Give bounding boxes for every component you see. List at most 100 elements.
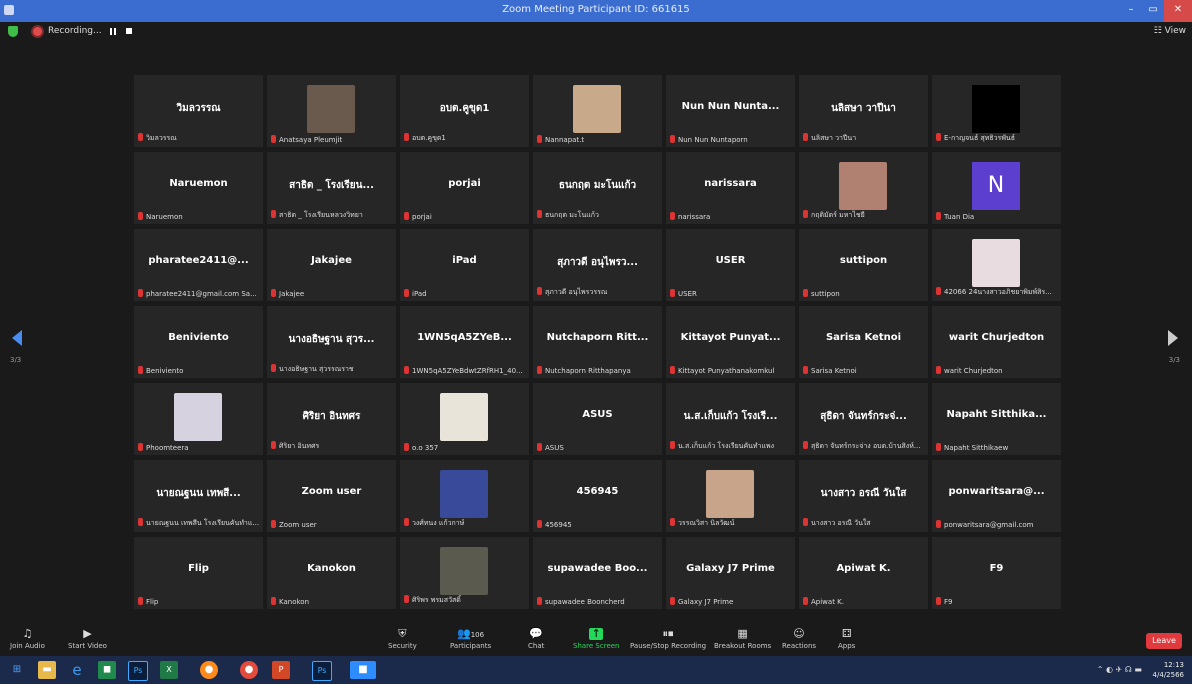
participant-tile[interactable]: N Tuan Dia (932, 152, 1061, 224)
excel-icon[interactable]: X (160, 661, 178, 679)
chat-button[interactable]: 💬 Chat (528, 628, 544, 651)
pause-recording-icon[interactable] (110, 28, 118, 35)
leave-button[interactable]: Leave (1146, 633, 1182, 649)
firefox-icon[interactable]: ● (200, 661, 218, 679)
participant-display-name: Sarisa Ketnoi (825, 332, 902, 343)
participant-label: นางสาว อรณี วันใส (803, 518, 924, 529)
participant-tile[interactable]: iPad iPad (400, 229, 529, 301)
windows-start-icon[interactable]: ⊞ (8, 661, 26, 679)
participant-tile[interactable]: 1WN5qA5ZYeB... 1WN5qA5ZYeBdwtZRfRH1_40... (400, 306, 529, 378)
participant-tile[interactable]: Kittayot Punyat... Kittayot Punyathanakom… (666, 306, 795, 378)
participant-tile[interactable]: สาธิต _ โรงเรียน... สาธิต _ โรงเรียนหลวงว… (267, 152, 396, 224)
participant-label: น.ส.เก็บแก้ว โรงเรียนคันทำแพง (670, 441, 791, 452)
participant-tile[interactable]: ศิริยา อินทศร ศิริยา อินทศร (267, 383, 396, 455)
chrome-icon[interactable]: ● (240, 661, 258, 679)
join-audio-label: Join Audio (10, 642, 45, 650)
next-page-icon[interactable] (1168, 330, 1178, 346)
participant-tile[interactable]: กฤติมัตร์ มหาไชยี (799, 152, 928, 224)
participant-tile[interactable]: Nutchaporn Ritt... Nutchaporn Ritthapanya (533, 306, 662, 378)
participant-label: Zoom user (271, 520, 392, 529)
participant-tile[interactable]: pharatee2411@... pharatee2411@gmail.com S… (134, 229, 263, 301)
participant-label: Jakajee (271, 289, 392, 298)
participant-name: Nutchaporn Ritthapanya (545, 367, 631, 375)
participant-tile[interactable]: ธนกฤต มะโนแก้ว ธนกฤต มะโนแก้ว (533, 152, 662, 224)
participant-tile[interactable]: ponwaritsara@... ponwaritsara@gmail.com (932, 460, 1061, 532)
security-button[interactable]: ⛨ Security (388, 628, 417, 651)
file-explorer-icon[interactable]: ▬ (38, 661, 56, 679)
participant-tile[interactable]: Naruemon Naruemon (134, 152, 263, 224)
participant-tile[interactable]: นางอธิษฐาน สุวร... นางอธิษฐาน สุวรรณราช (267, 306, 396, 378)
participant-tile[interactable]: E-กาญจนธ์ สุทธิวรพันธ์ (932, 75, 1061, 147)
participant-display-name: นางสาว อรณี วันใส (820, 488, 907, 499)
participant-label: ASUS (537, 443, 658, 452)
share-screen-button[interactable]: ↑ Share Screen (573, 628, 620, 651)
start-video-button[interactable]: ▶ Start Video (68, 628, 107, 651)
system-tray-icons[interactable]: ⌃ ◐ ✈ ☊ ▬ (1097, 665, 1142, 674)
reactions-button[interactable]: ☺ Reactions (782, 628, 816, 651)
participant-tile[interactable]: วงศ์ทนง แก้วกาษ์ (400, 460, 529, 532)
participant-tile[interactable]: อบต.คูขุด1 อบต.คูขุด1 (400, 75, 529, 147)
participant-tile[interactable]: USER USER (666, 229, 795, 301)
participant-tile[interactable]: Apiwat K. Apiwat K. (799, 537, 928, 609)
shield-icon[interactable] (8, 26, 18, 37)
photoshop-icon-2[interactable]: Ps (312, 661, 332, 681)
participant-tile[interactable]: F9 F9 (932, 537, 1061, 609)
participant-tile[interactable]: น.ส.เก็บแก้ว โรงเรี... น.ส.เก็บแก้ว โรงเร… (666, 383, 795, 455)
participant-tile[interactable]: ศิริพร พรมสวัสดิ์ (400, 537, 529, 609)
participant-tile[interactable]: Phoomteera (134, 383, 263, 455)
participant-tile[interactable]: Anatsaya Pleumjit (267, 75, 396, 147)
participant-tile[interactable]: Zoom user Zoom user (267, 460, 396, 532)
participant-tile[interactable]: Kanokon Kanokon (267, 537, 396, 609)
participant-tile[interactable]: Galaxy J7 Prime Galaxy J7 Prime (666, 537, 795, 609)
photoshop-icon[interactable]: Ps (128, 661, 148, 681)
apps-button[interactable]: ⚃ Apps (838, 628, 855, 651)
mic-muted-icon (271, 441, 276, 449)
participant-tile[interactable]: o.o 357 (400, 383, 529, 455)
mic-muted-icon (138, 212, 143, 220)
taskbar-clock[interactable]: 12:13 4/4/2566 (1153, 660, 1184, 680)
participant-display-name: 456945 (576, 486, 619, 497)
participant-label: ศิริยา อินทศร (271, 441, 392, 452)
participant-tile[interactable]: suttipon suttipon (799, 229, 928, 301)
participant-tile[interactable]: Beniviento Beniviento (134, 306, 263, 378)
participant-tile[interactable]: วิมลวรรณ วิมลวรรณ (134, 75, 263, 147)
participant-display-name: Kittayot Punyat... (680, 332, 781, 343)
minimize-button[interactable]: – (1120, 0, 1142, 22)
breakout-rooms-button[interactable]: ▦ Breakout Rooms (714, 628, 771, 651)
participant-tile[interactable]: Nun Nun Nunta... Nun Nun Nuntaporn (666, 75, 795, 147)
stop-recording-icon[interactable] (126, 28, 132, 34)
participant-tile[interactable]: supawadee Boo... supawadee Booncherd (533, 537, 662, 609)
participant-tile[interactable]: Sarisa Ketnoi Sarisa Ketnoi (799, 306, 928, 378)
participants-button[interactable]: 👥106 Participants (450, 628, 491, 651)
participant-photo (174, 393, 222, 441)
participant-tile[interactable]: Napaht Sitthika... Napaht Sitthikaew (932, 383, 1061, 455)
participant-tile[interactable]: นลิสษา วาปีนา นลิสษา วาปีนา (799, 75, 928, 147)
participant-tile[interactable]: Flip Flip (134, 537, 263, 609)
previous-page-icon[interactable] (12, 330, 22, 346)
close-button[interactable]: ✕ (1164, 0, 1192, 22)
participant-tile[interactable]: porjai porjai (400, 152, 529, 224)
participant-name: สาธิต _ โรงเรียนหลวงวิทยา (279, 211, 363, 219)
participant-tile[interactable]: narissara narissara (666, 152, 795, 224)
participant-tile[interactable]: warit Churjedton warit Churjedton (932, 306, 1061, 378)
internet-explorer-icon[interactable]: e (68, 661, 86, 679)
zoom-taskbar-icon[interactable]: ■ (350, 661, 376, 679)
participant-tile[interactable]: Nannapat.t (533, 75, 662, 147)
powerpoint-icon[interactable]: P (272, 661, 290, 679)
store-icon[interactable]: ◼ (98, 661, 116, 679)
participant-label: Flip (138, 597, 259, 606)
participant-tile[interactable]: นายณฐนน เทพสี... นายณฐนน เทพสีน โรงเรียนค… (134, 460, 263, 532)
join-audio-button[interactable]: ♫ Join Audio (10, 628, 45, 651)
pause-stop-recording-button[interactable]: ⏸⏹ Pause/Stop Recording (630, 628, 706, 651)
participant-tile[interactable]: นางสาว อรณี วันใส นางสาว อรณี วันใส (799, 460, 928, 532)
participant-tile[interactable]: 42066 24นางสาวอภิชยาพิมพ์สิร... (932, 229, 1061, 301)
participant-tile[interactable]: ASUS ASUS (533, 383, 662, 455)
participant-tile[interactable]: Jakajee Jakajee (267, 229, 396, 301)
participant-tile[interactable]: สุธิดา จันทร์กระจ่... สุธิดา จันทร์กระจ่า… (799, 383, 928, 455)
view-button[interactable]: ☷ View (1154, 26, 1186, 36)
participant-tile[interactable]: วรรณวิสา นิลวัฒน์ (666, 460, 795, 532)
participant-tile[interactable]: สุภาวดี อนุไพรว... สุภาวดี อนุไพรวรรณ (533, 229, 662, 301)
maximize-button[interactable]: ▭ (1142, 0, 1164, 22)
mic-muted-icon (936, 212, 941, 220)
participant-tile[interactable]: 456945 456945 (533, 460, 662, 532)
